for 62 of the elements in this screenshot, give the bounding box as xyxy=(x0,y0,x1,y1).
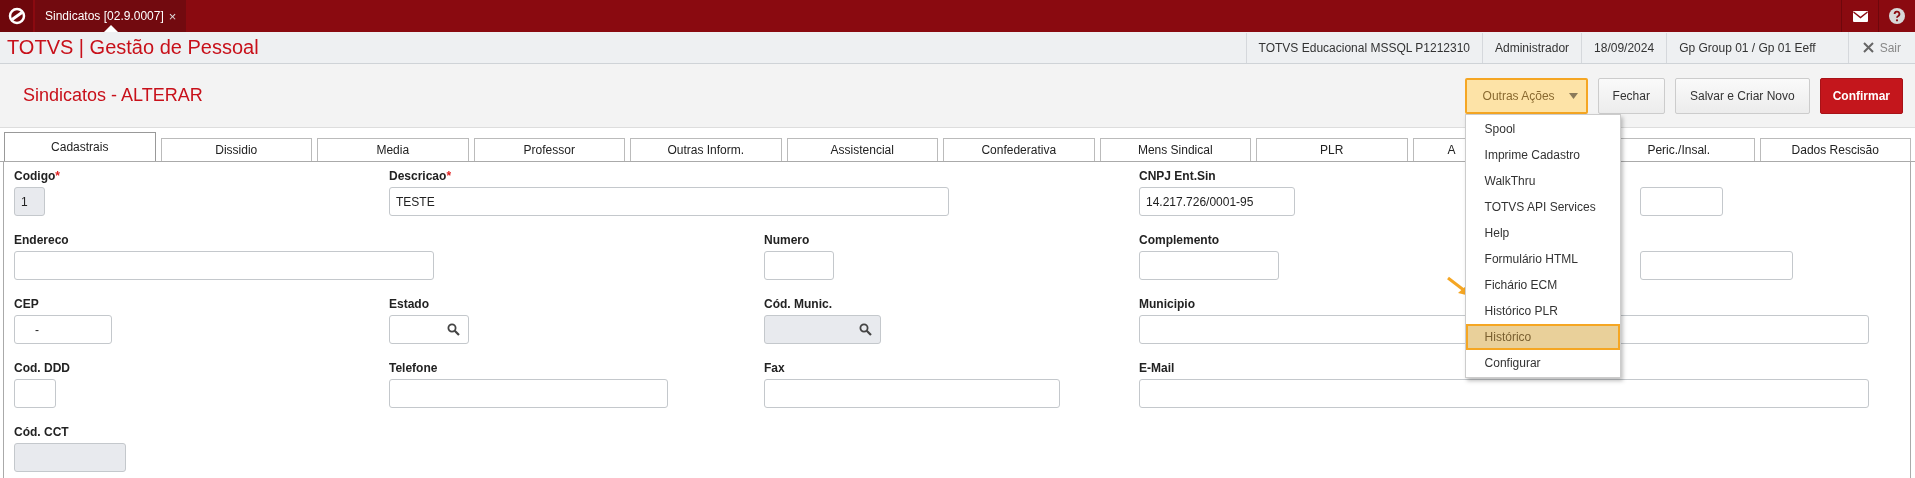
search-icon[interactable] xyxy=(447,323,460,336)
form-tab[interactable]: Dissidio xyxy=(160,138,312,161)
form-tab[interactable]: Dados Rescisão xyxy=(1759,138,1911,161)
form-tab[interactable]: Cadastrais xyxy=(4,132,156,161)
more-actions-dropdown[interactable]: Outras Ações xyxy=(1464,77,1588,114)
form-tab[interactable]: Professor xyxy=(473,138,625,161)
action-button[interactable]: Fechar xyxy=(1597,77,1665,114)
field-label: CEP xyxy=(14,297,39,312)
menu-item[interactable]: Configurar xyxy=(1465,349,1620,376)
input-field[interactable] xyxy=(14,251,434,280)
input-field[interactable] xyxy=(1139,251,1279,280)
field-label: Numero xyxy=(764,233,810,248)
menu-item[interactable]: Histórico xyxy=(1465,323,1620,350)
field-label: E-Mail xyxy=(1139,361,1175,376)
page-title: Sindicatos - ALTERAR xyxy=(23,85,203,106)
program-tab[interactable]: Sindicatos [02.9.0007] × xyxy=(35,0,187,32)
session-info: Administrador xyxy=(1482,32,1582,63)
field-label: Codigo* xyxy=(14,169,60,184)
session-info: Gp Group 01 / Gp 01 Eeff xyxy=(1666,32,1828,63)
input-field[interactable] xyxy=(764,379,1060,408)
menu-item[interactable]: Formulário HTML xyxy=(1465,245,1620,272)
input-field[interactable] xyxy=(1640,187,1723,216)
close-icon xyxy=(1862,42,1874,53)
menu-item[interactable]: TOTVS API Services xyxy=(1465,193,1620,220)
pointer-triangle-icon xyxy=(103,25,118,32)
lookup-field[interactable] xyxy=(389,315,469,344)
input-field[interactable] xyxy=(764,251,834,280)
action-button[interactable]: Salvar e Criar Novo xyxy=(1674,77,1810,114)
menu-item[interactable]: Help xyxy=(1465,219,1620,246)
input-field[interactable] xyxy=(1640,251,1793,280)
field-label: Cód. CCT xyxy=(14,425,69,440)
input-field[interactable]: TESTE xyxy=(389,187,949,216)
input-field[interactable] xyxy=(1139,379,1869,408)
field-label: Fax xyxy=(764,361,785,376)
app-title: TOTVS | Gestão de Pessoal xyxy=(6,36,259,59)
form-tab[interactable]: PLR xyxy=(1256,138,1408,161)
field-label: Endereco xyxy=(14,233,69,248)
menu-item[interactable]: WalkThru xyxy=(1465,167,1620,194)
input-field[interactable] xyxy=(14,379,56,408)
input-field[interactable]: 14.217.726/0001-95 xyxy=(1139,187,1295,216)
field-label: Telefone xyxy=(389,361,438,376)
form-tab[interactable]: Confederativa xyxy=(943,138,1095,161)
menu-item[interactable]: Fichário ECM xyxy=(1465,271,1620,298)
form-tab[interactable]: Mens Sindical xyxy=(1099,138,1251,161)
form-tab[interactable]: Outras Inform. xyxy=(630,138,782,161)
field-label: Descricao* xyxy=(389,169,452,184)
field-label: Cód. Munic. xyxy=(764,297,832,312)
confirm-button[interactable]: Confirmar xyxy=(1819,77,1903,114)
field-label: Estado xyxy=(389,297,429,312)
menu-item[interactable]: Histórico PLR xyxy=(1465,297,1620,324)
form-tab[interactable]: Media xyxy=(317,138,469,161)
input-field[interactable] xyxy=(389,379,668,408)
session-info: 18/09/2024 xyxy=(1581,32,1667,63)
input-field[interactable]: - xyxy=(14,315,112,344)
field-label: Complemento xyxy=(1139,233,1219,248)
field-label: Municipio xyxy=(1139,297,1195,312)
caret-icon xyxy=(1568,92,1578,99)
session-info: TOTVS Educacional MSSQL P1212310 xyxy=(1245,32,1483,63)
field-label: Cod. DDD xyxy=(14,361,70,376)
form-tab[interactable]: Assistencial xyxy=(786,138,938,161)
field-label: CNPJ Ent.Sin xyxy=(1139,169,1216,184)
logo-icon[interactable] xyxy=(0,0,33,32)
